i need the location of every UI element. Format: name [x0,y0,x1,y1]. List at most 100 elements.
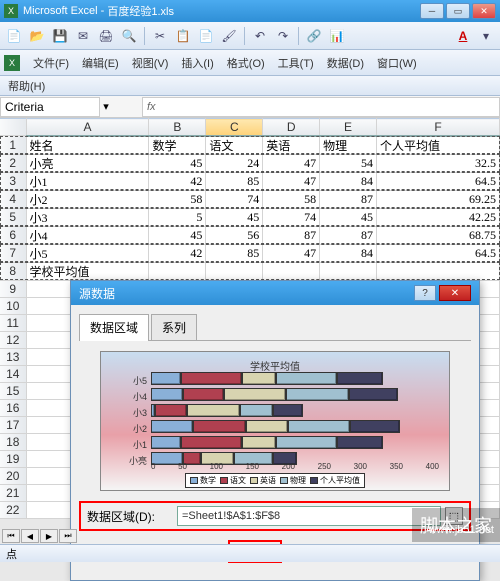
menu-insert[interactable]: 插入(I) [175,52,219,74]
cell[interactable]: 姓名 [26,136,149,155]
formula-input[interactable]: fx [142,97,500,117]
dialog-help-button[interactable]: ? [414,285,436,301]
row-header[interactable]: 16 [0,399,26,416]
cell[interactable]: 英语 [263,136,320,155]
cell[interactable]: 32.5 [377,154,500,172]
cell[interactable]: 小1 [26,172,149,190]
nav-next-icon[interactable]: ▶ [40,529,58,543]
cell[interactable]: 74 [263,208,320,226]
menu-help[interactable]: 帮助(H) [8,78,51,96]
cell[interactable]: 84 [320,172,377,190]
cell[interactable]: 物理 [320,136,377,155]
cell[interactable]: 小3 [26,208,149,226]
menu-file[interactable]: 文件(F) [27,52,75,74]
cell[interactable]: 42 [149,172,206,190]
excel-tab-icon[interactable]: X [4,55,20,71]
cell[interactable]: 58 [263,190,320,208]
cell[interactable]: 24 [206,154,263,172]
preview-icon[interactable]: 🔍 [119,26,139,46]
row-header[interactable]: 21 [0,484,26,501]
namebox-dropdown-icon[interactable]: ▾ [100,100,112,113]
redo-icon[interactable]: ↷ [273,26,293,46]
col-header[interactable]: E [320,119,377,136]
row-header[interactable]: 7 [0,244,26,262]
menu-window[interactable]: 窗口(W) [371,52,423,74]
menu-view[interactable]: 视图(V) [126,52,175,74]
row-header[interactable]: 22 [0,501,26,518]
cell[interactable]: 45 [149,226,206,244]
cell[interactable]: 87 [320,226,377,244]
row-header[interactable]: 2 [0,154,26,172]
new-icon[interactable]: 📄 [4,26,24,46]
cell[interactable]: 85 [206,172,263,190]
name-box[interactable]: Criteria [0,97,100,117]
cell[interactable]: 45 [320,208,377,226]
maximize-button[interactable]: ▭ [446,3,470,19]
row-header[interactable]: 1 [0,136,26,155]
cell[interactable]: 45 [149,154,206,172]
row-header[interactable]: 11 [0,314,26,331]
cell[interactable] [320,262,377,280]
cell[interactable]: 74 [206,190,263,208]
cell[interactable] [149,262,206,280]
undo-icon[interactable]: ↶ [250,26,270,46]
fx-icon[interactable]: fx [147,101,156,113]
chart-icon[interactable]: 📊 [327,26,347,46]
col-header-active[interactable]: C [206,119,263,136]
cell[interactable]: 个人平均值 [377,136,500,155]
cell[interactable]: 数学 [149,136,206,155]
row-header[interactable]: 20 [0,467,26,484]
menu-format[interactable]: 格式(O) [221,52,271,74]
col-header[interactable]: A [26,119,149,136]
dialog-close-button[interactable]: ✕ [439,285,471,301]
tab-data-range[interactable]: 数据区域 [79,314,149,341]
cell[interactable]: 64.5 [377,244,500,262]
copy-icon[interactable]: 📋 [173,26,193,46]
cell[interactable] [263,262,320,280]
row-header[interactable]: 19 [0,450,26,467]
cut-icon[interactable]: ✂ [150,26,170,46]
open-icon[interactable]: 📂 [27,26,47,46]
row-header[interactable]: 6 [0,226,26,244]
link-icon[interactable]: 🔗 [304,26,324,46]
row-header[interactable]: 5 [0,208,26,226]
mail-icon[interactable]: ✉ [73,26,93,46]
cell[interactable]: 85 [206,244,263,262]
menu-edit[interactable]: 编辑(E) [76,52,125,74]
row-header[interactable]: 3 [0,172,26,190]
row-header[interactable]: 13 [0,348,26,365]
cell[interactable]: 84 [320,244,377,262]
cell[interactable]: 47 [263,154,320,172]
row-header[interactable]: 9 [0,280,26,297]
close-button[interactable]: ✕ [472,3,496,19]
row-header[interactable]: 15 [0,382,26,399]
nav-prev-icon[interactable]: ◀ [21,529,39,543]
cell[interactable]: 68.75 [377,226,500,244]
row-header[interactable]: 4 [0,190,26,208]
nav-first-icon[interactable]: ⏮ [2,529,20,543]
tab-series[interactable]: 系列 [151,314,197,341]
format-painter-icon[interactable]: 🖌 [219,26,239,46]
dropdown-icon[interactable]: ▾ [476,26,496,46]
minimize-button[interactable]: ─ [420,3,444,19]
cell[interactable]: 小2 [26,190,149,208]
cell[interactable]: 小4 [26,226,149,244]
cell[interactable]: 47 [263,172,320,190]
menu-data[interactable]: 数据(D) [321,52,370,74]
paste-icon[interactable]: 📄 [196,26,216,46]
range-input[interactable] [177,506,441,526]
save-icon[interactable]: 💾 [50,26,70,46]
font-color-button[interactable]: A [453,26,473,46]
cell[interactable]: 69.25 [377,190,500,208]
cell[interactable]: 42.25 [377,208,500,226]
cell[interactable]: 87 [320,190,377,208]
cell[interactable]: 42 [149,244,206,262]
col-header[interactable]: B [149,119,206,136]
cell[interactable]: 45 [206,208,263,226]
cell[interactable]: 64.5 [377,172,500,190]
row-header[interactable]: 12 [0,331,26,348]
cell[interactable]: 58 [149,190,206,208]
print-icon[interactable]: 🖨 [96,26,116,46]
row-header[interactable]: 18 [0,433,26,450]
menu-tools[interactable]: 工具(T) [272,52,320,74]
